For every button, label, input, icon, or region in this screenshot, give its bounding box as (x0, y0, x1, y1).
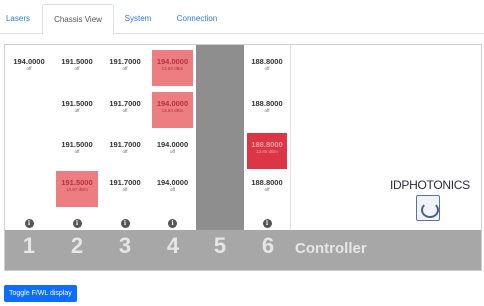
laser-cell[interactable]: 191.7000 off (104, 50, 146, 86)
laser-frequency: 191.5000 (61, 178, 93, 187)
laser-cell[interactable]: 188.8000 off (247, 50, 287, 86)
laser-cell[interactable]: 191.5000 off (56, 50, 98, 86)
slot-number: 1 (22, 233, 36, 258)
laser-cell[interactable]: 191.7000 off (104, 92, 146, 128)
seal-icon (416, 195, 440, 221)
vendor-logo: IDPHOTONICS (390, 178, 470, 192)
tab-chassis-view[interactable]: Chassis View (42, 4, 114, 35)
laser-cell[interactable]: 188.8000 13.85 dBm (247, 133, 287, 169)
laser-cell[interactable]: 194.0000 13.83 dBm (152, 50, 193, 86)
info-icon[interactable]: i (72, 219, 82, 228)
tab-connection[interactable]: Connection (165, 4, 229, 33)
laser-cell[interactable]: 188.8000 off (247, 92, 287, 128)
laser-state: 13.83 dBm (161, 66, 184, 71)
laser-frequency: 194.0000 (156, 178, 189, 187)
laser-state: off (74, 149, 80, 154)
laser-state: off (122, 66, 128, 71)
slot-4: 194.0000 13.83 dBm 194.0000 13.83 dBm 194.00… (149, 45, 197, 230)
laser-cell[interactable]: 191.5000 off (56, 92, 98, 128)
laser-state: 13.83 dBm (161, 108, 184, 113)
laser-state: off (122, 108, 128, 113)
laser-cell[interactable]: 191.5000 off (56, 133, 98, 169)
laser-state: off (264, 108, 270, 113)
laser-state: off (170, 187, 175, 192)
laser-state: off (74, 66, 80, 71)
slot-5 (196, 45, 245, 230)
laser-state: off (122, 149, 128, 154)
slot-number: 5 (213, 233, 227, 258)
laser-cell[interactable]: 191.7000 off (104, 171, 146, 207)
chassis-view: 194.0000 off i 191.5000 off 191.5000 off 191.50… (4, 44, 482, 271)
laser-cell[interactable]: 194.0000 13.83 dBm (152, 92, 193, 128)
chassis-footer: 1 2 3 4 5 6 Controller (5, 230, 481, 270)
laser-frequency: 191.5000 (61, 99, 93, 108)
laser-frequency: 191.7000 (109, 178, 141, 187)
laser-state: off (26, 66, 32, 71)
laser-frequency: 191.7000 (109, 57, 141, 66)
slot-3: 191.7000 off 191.7000 off 191.7000 off 191.700… (101, 45, 150, 230)
laser-state: off (122, 187, 128, 192)
slot-1: 194.0000 off i (5, 45, 54, 230)
laser-frequency: 188.8000 (251, 57, 283, 66)
laser-frequency: 188.8000 (251, 140, 283, 149)
laser-frequency: 191.7000 (109, 140, 141, 149)
slot-number: 6 (261, 233, 275, 258)
controller-label: Controller (295, 240, 367, 257)
laser-state: off (74, 108, 80, 113)
laser-frequency: 194.0000 (156, 99, 189, 108)
vendor-logo-area: IDPHOTONICS (384, 45, 481, 230)
laser-state: 13.87 dBm (66, 187, 88, 192)
laser-frequency: 191.7000 (109, 99, 141, 108)
laser-frequency: 194.0000 (156, 140, 189, 149)
laser-cell[interactable]: 194.0000 off (8, 50, 50, 86)
laser-cell[interactable]: 191.5000 13.87 dBm (56, 171, 98, 207)
slot-2: 191.5000 off 191.5000 off 191.5000 off 191.500… (53, 45, 102, 230)
laser-frequency: 191.5000 (61, 140, 93, 149)
laser-cell[interactable]: 194.0000 off (152, 133, 193, 169)
info-icon[interactable]: i (120, 219, 130, 228)
laser-cell[interactable]: 191.7000 off (104, 133, 146, 169)
tab-lasers[interactable]: Lasers (0, 4, 36, 33)
slot-number: 4 (166, 233, 180, 258)
laser-state: off (170, 149, 175, 154)
slot-number: 2 (70, 233, 84, 258)
laser-frequency: 194.0000 (156, 57, 189, 66)
laser-frequency: 188.8000 (251, 178, 283, 187)
slot-6: 188.8000 off 188.8000 off 188.8000 13.85 dBm 1… (244, 45, 291, 230)
info-icon[interactable]: i (262, 219, 272, 228)
info-icon[interactable]: i (24, 219, 34, 228)
info-icon[interactable]: i (168, 219, 177, 228)
laser-frequency: 188.8000 (251, 99, 283, 108)
laser-state: off (264, 66, 270, 71)
laser-state: off (264, 187, 270, 192)
tab-system[interactable]: System (115, 4, 161, 33)
laser-frequency: 194.0000 (13, 57, 45, 66)
laser-frequency: 191.5000 (61, 57, 93, 66)
toggle-frequency-wavelength-button[interactable]: Toggle F/WL display (4, 285, 77, 302)
laser-cell[interactable]: 194.0000 off (152, 171, 193, 207)
tab-bar: Lasers Chassis View System Connection (0, 4, 484, 35)
laser-cell[interactable]: 188.8000 off (247, 171, 287, 207)
slot-number: 3 (118, 233, 132, 258)
laser-state: 13.85 dBm (256, 149, 278, 154)
